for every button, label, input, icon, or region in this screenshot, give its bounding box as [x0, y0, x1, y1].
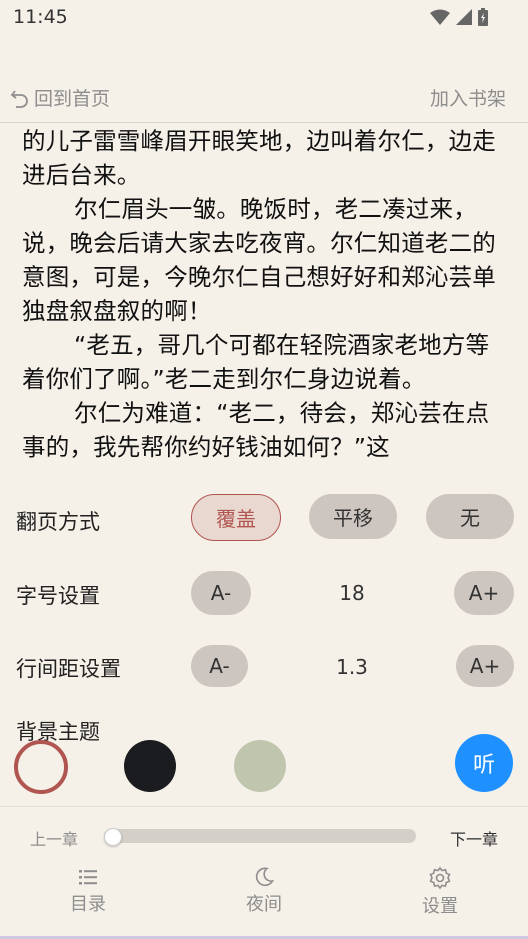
theme-dark-swatch[interactable]: [124, 740, 176, 792]
wifi-icon: [430, 9, 450, 25]
line-spacing-value: 1.3: [336, 655, 368, 679]
prev-chapter-button[interactable]: 上一章: [30, 826, 78, 850]
chapter-slider-thumb[interactable]: [104, 828, 122, 846]
add-to-shelf-button[interactable]: 加入书架: [430, 84, 506, 111]
theme-green-swatch[interactable]: [234, 740, 286, 792]
chapter-progress-slider[interactable]: [104, 829, 416, 843]
signal-icon: [456, 9, 472, 25]
font-size-decrease-button[interactable]: A-: [191, 571, 251, 615]
back-home-label: 回到首页: [34, 88, 111, 110]
listen-button[interactable]: 听: [455, 734, 513, 792]
paragraph: “老五，哥几个可都在轻院酒家老地方等着你们了啊。”老二走到尔仁身边说着。: [22, 331, 490, 393]
paragraph: 尔仁为难道：“老二，待会，郑沁芸在点事的，我先帮你约好钱油如何？”这: [22, 399, 490, 461]
theme-light-swatch[interactable]: [14, 740, 68, 794]
back-home-link[interactable]: 回到首页: [10, 84, 110, 111]
page-turn-none-button[interactable]: 无: [426, 494, 514, 539]
tab-settings[interactable]: 设置: [400, 866, 480, 918]
tab-night[interactable]: 夜间: [224, 866, 304, 916]
gear-icon: [429, 866, 451, 890]
page-turn-slide-button[interactable]: 平移: [309, 494, 397, 539]
status-time: 11:45: [13, 6, 68, 28]
top-divider: [0, 122, 528, 123]
tab-catalog-label: 目录: [70, 894, 106, 915]
tab-settings-label: 设置: [422, 896, 458, 917]
font-size-increase-button[interactable]: A+: [454, 571, 514, 615]
font-size-value: 18: [339, 581, 365, 605]
page-turn-cover-button[interactable]: 覆盖: [191, 494, 281, 541]
theme-label: 背景主题: [16, 720, 100, 744]
line-spacing-increase-button[interactable]: A+: [456, 645, 514, 687]
line-spacing-label: 行间距设置: [16, 657, 121, 681]
page-turn-label: 翻页方式: [16, 510, 100, 534]
list-icon: [79, 870, 97, 885]
line-spacing-decrease-button[interactable]: A-: [191, 645, 248, 687]
paragraph: 尔仁眉头一皱。晚饭时，老二凑过来，说，晚会后请大家去吃夜宵。尔仁知道老二的意图，…: [22, 195, 496, 325]
font-size-label: 字号设置: [16, 584, 100, 608]
status-bar: 11:45: [0, 0, 528, 36]
status-icons: [430, 8, 488, 26]
next-chapter-button[interactable]: 下一章: [450, 826, 498, 850]
undo-icon: [10, 89, 28, 108]
panel-divider: [0, 806, 528, 807]
reading-content[interactable]: 的儿子雷雪峰眉开眼笑地，边叫着尔仁，边走进后台来。 尔仁眉头一皱。晚饭时，老二凑…: [0, 124, 528, 480]
paragraph: 的儿子雷雪峰眉开眼笑地，边叫着尔仁，边走进后台来。: [22, 127, 496, 189]
tab-catalog[interactable]: 目录: [48, 866, 128, 916]
tab-night-label: 夜间: [246, 894, 282, 915]
battery-icon: [478, 8, 488, 26]
moon-icon: [255, 867, 275, 887]
